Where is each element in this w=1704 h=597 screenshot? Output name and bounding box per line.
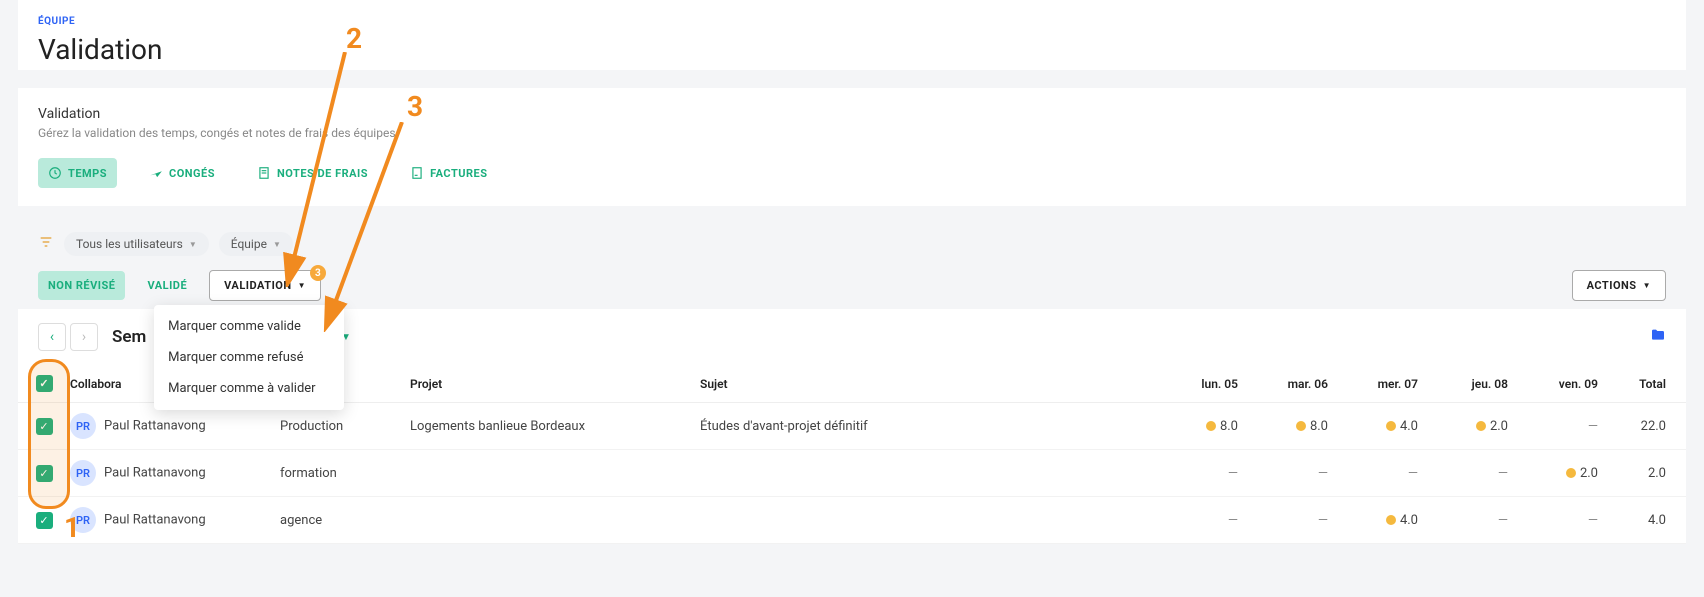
cell-d5: 2.0 <box>1516 450 1606 497</box>
cell-total: 2.0 <box>1606 450 1686 497</box>
validation-dropdown-menu: Marquer comme valide Marquer comme refus… <box>154 305 344 410</box>
cell-sujet: Études d'avant-projet définitif <box>692 403 1156 450</box>
validation-dropdown-button[interactable]: VALIDATION ▼ 3 Marquer comme valide Marq… <box>209 270 321 301</box>
col-ven: ven. 09 <box>1516 365 1606 403</box>
row-checkbox[interactable]: ✓ <box>36 512 53 529</box>
cell-type: agence <box>272 497 402 544</box>
receipt-icon <box>257 166 271 180</box>
validation-section: Validation Gérez la validation des temps… <box>18 88 1686 206</box>
plane-icon <box>149 166 163 180</box>
filter-icon[interactable] <box>38 234 54 254</box>
cell-sujet <box>692 497 1156 544</box>
week-prev-button[interactable]: ‹ <box>38 323 66 351</box>
week-label-prefix: Sem <box>112 327 146 347</box>
actions-button[interactable]: ACTIONS ▼ <box>1572 270 1666 301</box>
col-mer: mer. 07 <box>1336 365 1426 403</box>
cell-d5: — <box>1516 403 1606 450</box>
table-row: ✓PRPaul Rattanavongagence——4.0——4.0 <box>18 497 1686 544</box>
menu-marquer-a-valider[interactable]: Marquer comme à valider <box>154 373 344 404</box>
col-projet: Projet <box>402 365 692 403</box>
cell-d1: 8.0 <box>1156 403 1246 450</box>
table-row: ✓PRPaul Rattanavongformation————2.02.0 <box>18 450 1686 497</box>
cell-d2: — <box>1246 497 1336 544</box>
col-lun: lun. 05 <box>1156 365 1246 403</box>
page-header: ÉQUIPE Validation <box>18 0 1686 70</box>
page-title: Validation <box>38 33 1666 66</box>
cell-d3: 4.0 <box>1336 403 1426 450</box>
cell-projet: Logements banlieue Bordeaux <box>402 403 692 450</box>
filter-row: Tous les utilisateurs ▼ Équipe ▼ <box>18 224 1686 256</box>
filter-team[interactable]: Équipe ▼ <box>219 232 293 256</box>
cell-projet <box>402 497 692 544</box>
cell-d2: 8.0 <box>1246 403 1336 450</box>
collab-name: Paul Rattanavong <box>104 512 206 527</box>
row-checkbox[interactable]: ✓ <box>36 465 53 482</box>
tab-factures[interactable]: FACTURES <box>400 158 497 188</box>
actions-label: ACTIONS <box>1587 279 1637 292</box>
row-checkbox[interactable]: ✓ <box>36 418 53 435</box>
tab-temps-label: TEMPS <box>68 167 107 180</box>
cell-d3: — <box>1336 450 1426 497</box>
clock-icon <box>48 166 62 180</box>
validation-dropdown-label: VALIDATION <box>224 279 292 292</box>
filter-users[interactable]: Tous les utilisateurs ▼ <box>64 232 209 256</box>
col-mar: mar. 06 <box>1246 365 1336 403</box>
avatar: PR <box>70 507 96 533</box>
cell-total: 22.0 <box>1606 403 1686 450</box>
cell-d4: — <box>1426 450 1516 497</box>
cell-type: formation <box>272 450 402 497</box>
chevron-down-icon: ▼ <box>1643 281 1651 290</box>
cell-d1: — <box>1156 497 1246 544</box>
cell-projet <box>402 450 692 497</box>
avatar: PR <box>70 460 96 486</box>
folder-icon[interactable] <box>1650 327 1666 347</box>
col-total: Total <box>1606 365 1686 403</box>
tab-non-revise[interactable]: NON RÉVISÉ <box>38 271 125 300</box>
invoice-icon <box>410 166 424 180</box>
filter-team-label: Équipe <box>231 237 267 251</box>
filter-users-label: Tous les utilisateurs <box>76 237 183 251</box>
collab-name: Paul Rattanavong <box>104 465 206 480</box>
col-sujet: Sujet <box>692 365 1156 403</box>
tab-temps[interactable]: TEMPS <box>38 158 117 188</box>
cell-sujet <box>692 450 1156 497</box>
cell-d2: — <box>1246 450 1336 497</box>
tab-conges-label: CONGÉS <box>169 167 215 180</box>
validation-count-badge: 3 <box>310 265 326 281</box>
cell-d5: — <box>1516 497 1606 544</box>
cell-total: 4.0 <box>1606 497 1686 544</box>
chevron-down-icon: ▼ <box>298 281 306 290</box>
tab-notes-frais[interactable]: NOTES DE FRAIS <box>247 158 378 188</box>
tab-conges[interactable]: CONGÉS <box>139 158 225 188</box>
cell-d4: 2.0 <box>1426 403 1516 450</box>
breadcrumb[interactable]: ÉQUIPE <box>38 16 1666 27</box>
select-all-checkbox[interactable]: ✓ <box>36 375 53 392</box>
cell-d1: — <box>1156 450 1246 497</box>
menu-marquer-refuse[interactable]: Marquer comme refusé <box>154 342 344 373</box>
week-next-button[interactable]: › <box>70 323 98 351</box>
collab-name: Paul Rattanavong <box>104 418 206 433</box>
menu-marquer-valide[interactable]: Marquer comme valide <box>154 311 344 342</box>
cell-d3: 4.0 <box>1336 497 1426 544</box>
avatar: PR <box>70 413 96 439</box>
tab-factures-label: FACTURES <box>430 167 487 180</box>
chevron-down-icon: ▼ <box>273 240 281 249</box>
col-jeu: jeu. 08 <box>1426 365 1516 403</box>
section-subtitle: Gérez la validation des temps, congés et… <box>38 126 1666 140</box>
status-row: NON RÉVISÉ VALIDÉ VALIDATION ▼ 3 Marquer… <box>18 256 1686 301</box>
section-title: Validation <box>38 106 1666 122</box>
cell-d4: — <box>1426 497 1516 544</box>
tab-valide[interactable]: VALIDÉ <box>137 271 197 300</box>
chevron-down-icon: ▼ <box>189 240 197 249</box>
tab-notes-label: NOTES DE FRAIS <box>277 167 368 180</box>
